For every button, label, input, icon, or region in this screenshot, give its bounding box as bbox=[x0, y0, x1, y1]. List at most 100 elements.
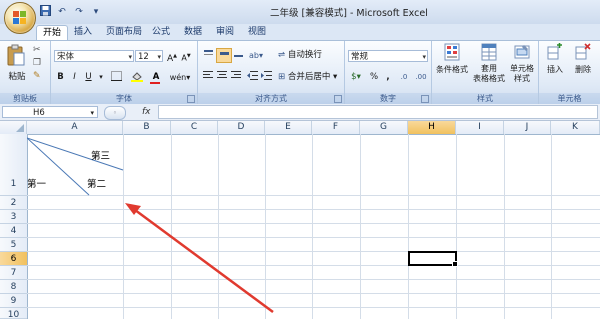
cells-group: 插入 删除 单元格 bbox=[539, 41, 600, 105]
wrap-text-button[interactable]: ⇌ 自动换行 bbox=[278, 49, 338, 62]
comma-button[interactable]: , bbox=[383, 71, 393, 84]
align-right-icon[interactable] bbox=[230, 71, 243, 84]
align-bottom-icon[interactable] bbox=[232, 49, 245, 62]
increase-decimal-button[interactable]: .0 bbox=[397, 71, 411, 84]
grow-font-button[interactable]: A▲ bbox=[166, 50, 178, 64]
tab-formulas[interactable]: 公式 bbox=[146, 25, 176, 40]
clipboard-group-label: 剪贴板 bbox=[0, 93, 50, 104]
office-button[interactable] bbox=[4, 2, 36, 34]
column-header-d[interactable]: D bbox=[218, 121, 265, 134]
font-group: 宋体 ▾ 12 ▾ A▲ A▼ B I U ▾ A wén▾ 字体 bbox=[51, 41, 198, 105]
insert-function-icon[interactable]: fx bbox=[142, 106, 156, 118]
formula-input[interactable] bbox=[158, 105, 598, 119]
column-header-k[interactable]: K bbox=[551, 121, 600, 134]
column-header-e[interactable]: E bbox=[265, 121, 312, 134]
tab-review[interactable]: 审阅 bbox=[210, 25, 240, 40]
tab-data[interactable]: 数据 bbox=[178, 25, 208, 40]
shrink-font-button[interactable]: A▼ bbox=[180, 50, 192, 63]
ribbon-tabs: 开始 插入 页面布局 公式 数据 审阅 视图 bbox=[0, 24, 600, 41]
column-header-b[interactable]: B bbox=[123, 121, 171, 134]
formula-bar-splitter-icon[interactable]: ◦ bbox=[104, 106, 126, 120]
row-header-2[interactable]: 2 bbox=[0, 196, 27, 210]
customize-qat-icon[interactable]: ▾ bbox=[89, 5, 103, 19]
font-size-combo[interactable]: 12 ▾ bbox=[135, 50, 163, 62]
clipboard-group: 粘贴 ✂ ❐ ✎ 剪贴板 bbox=[0, 41, 51, 105]
decrease-decimal-button[interactable]: .00 bbox=[413, 71, 429, 84]
conditional-format-icon bbox=[444, 43, 460, 61]
paste-icon bbox=[7, 44, 25, 66]
underline-dropdown-icon[interactable]: ▾ bbox=[97, 71, 105, 84]
tab-home[interactable]: 开始 bbox=[36, 25, 69, 41]
underline-button[interactable]: U bbox=[83, 71, 94, 84]
row-header-1[interactable]: 1 bbox=[0, 134, 27, 196]
row-header-4[interactable]: 4 bbox=[0, 224, 27, 238]
format-as-table-icon bbox=[481, 43, 497, 61]
orientation-icon[interactable]: ab▾ bbox=[248, 49, 264, 62]
currency-icon[interactable]: $▾ bbox=[348, 71, 364, 84]
column-header-a[interactable]: A bbox=[27, 121, 123, 134]
column-header-i[interactable]: I bbox=[456, 121, 504, 134]
cells-group-label: 单元格 bbox=[539, 93, 600, 104]
redo-icon[interactable]: ↷ bbox=[72, 5, 86, 19]
column-header-h[interactable]: H bbox=[408, 121, 456, 134]
decrease-indent-icon[interactable] bbox=[246, 71, 259, 84]
bold-button[interactable]: B bbox=[55, 71, 66, 84]
conditional-format-button[interactable]: 条件格式 bbox=[434, 43, 470, 91]
save-icon[interactable] bbox=[38, 5, 52, 19]
font-name-combo[interactable]: 宋体 ▾ bbox=[54, 50, 134, 62]
font-dialog-launcher-icon[interactable] bbox=[187, 95, 195, 103]
column-header-c[interactable]: C bbox=[171, 121, 218, 134]
fill-handle[interactable] bbox=[452, 261, 458, 267]
row-header-6[interactable]: 6 bbox=[0, 252, 27, 266]
row-header-5[interactable]: 5 bbox=[0, 238, 27, 252]
insert-cells-button[interactable]: 插入 bbox=[543, 43, 567, 75]
office-logo-icon bbox=[13, 11, 26, 24]
row-header-9[interactable]: 9 bbox=[0, 294, 27, 308]
merge-center-button[interactable]: ⊞ 合并后居中 ▾ bbox=[278, 71, 342, 84]
delete-cells-icon bbox=[575, 43, 591, 60]
cut-icon[interactable]: ✂ bbox=[33, 45, 41, 55]
name-box[interactable]: H6 ▾ bbox=[2, 106, 98, 118]
align-center-icon[interactable] bbox=[216, 71, 229, 84]
active-cell-h6[interactable] bbox=[408, 251, 458, 267]
annotation-arrow-shaft bbox=[130, 205, 274, 314]
align-middle-icon[interactable] bbox=[216, 48, 232, 63]
number-dialog-launcher-icon[interactable] bbox=[421, 95, 429, 103]
percent-button[interactable]: % bbox=[367, 71, 381, 84]
column-header-j[interactable]: J bbox=[504, 121, 551, 134]
column-header-g[interactable]: G bbox=[360, 121, 408, 134]
worksheet-grid[interactable]: 第三 第二 第一 bbox=[27, 134, 600, 319]
cell-a1-text-top: 第三 bbox=[91, 151, 111, 162]
row-header-10[interactable]: 10 bbox=[0, 308, 27, 320]
select-all-corner[interactable] bbox=[0, 121, 27, 134]
tab-view[interactable]: 视图 bbox=[242, 25, 272, 40]
row-header-7[interactable]: 7 bbox=[0, 266, 27, 280]
font-color-button[interactable]: A bbox=[148, 71, 164, 84]
undo-icon[interactable]: ↶ bbox=[55, 5, 69, 19]
format-painter-icon[interactable]: ✎ bbox=[33, 71, 41, 81]
align-top-icon[interactable] bbox=[202, 49, 215, 62]
tab-page-layout[interactable]: 页面布局 bbox=[100, 25, 148, 40]
quick-access-toolbar: ↶ ↷ ▾ bbox=[38, 5, 103, 19]
borders-button[interactable] bbox=[108, 71, 124, 84]
format-as-table-button[interactable]: 套用 表格格式 bbox=[472, 43, 506, 91]
delete-cells-button[interactable]: 删除 bbox=[571, 43, 595, 75]
row-header-3[interactable]: 3 bbox=[0, 210, 27, 224]
copy-icon[interactable]: ❐ bbox=[33, 58, 41, 68]
alignment-dialog-launcher-icon[interactable] bbox=[334, 95, 342, 103]
number-format-combo[interactable]: 常规 ▾ bbox=[348, 50, 428, 62]
number-group-label: 数字 bbox=[345, 93, 431, 104]
fill-color-button[interactable] bbox=[129, 71, 145, 84]
phonetic-button[interactable]: wén▾ bbox=[168, 71, 192, 84]
font-group-label: 字体 bbox=[51, 93, 197, 104]
row-headers: 1 2 3 4 5 6 7 8 9 10 bbox=[0, 134, 28, 320]
window-title: 二年级 [兼容模式] - Microsoft Excel bbox=[270, 8, 428, 19]
cell-styles-button[interactable]: 单元格 样式 bbox=[506, 43, 538, 91]
column-header-f[interactable]: F bbox=[312, 121, 360, 134]
tab-insert[interactable]: 插入 bbox=[68, 25, 98, 40]
align-left-icon[interactable] bbox=[202, 71, 215, 84]
italic-button[interactable]: I bbox=[69, 71, 80, 84]
row-header-8[interactable]: 8 bbox=[0, 280, 27, 294]
paste-button[interactable]: 粘贴 bbox=[6, 44, 28, 82]
increase-indent-icon[interactable] bbox=[260, 71, 273, 84]
